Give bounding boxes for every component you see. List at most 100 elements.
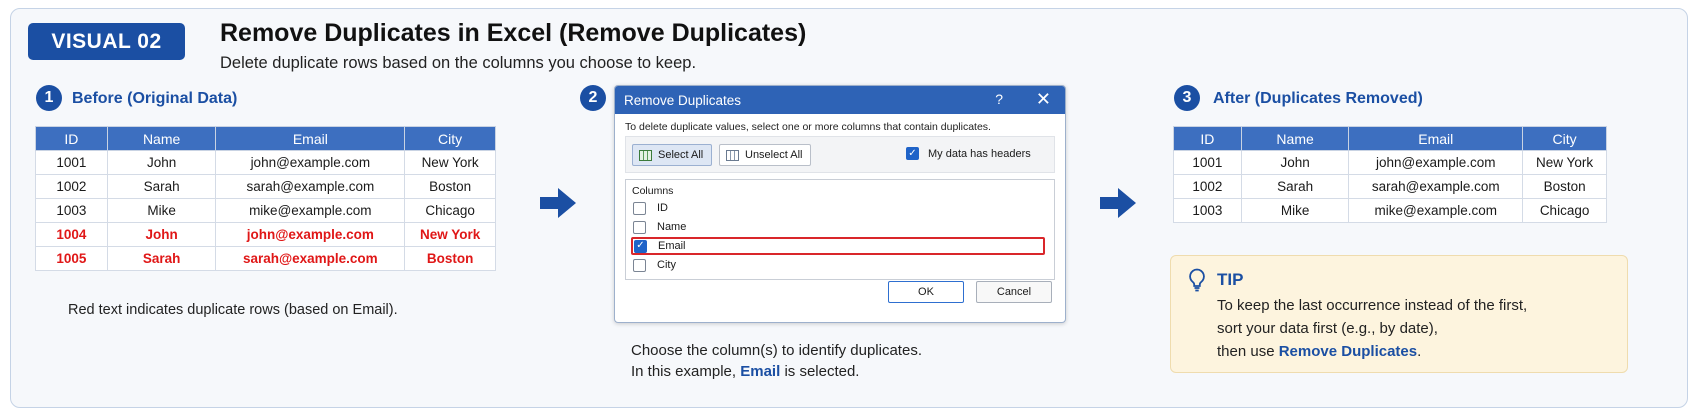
table-cell: sarah@example.com: [215, 174, 406, 199]
table-cell: sarah@example.com: [1348, 174, 1524, 199]
column-header: City: [1522, 126, 1607, 151]
column-header: ID: [1173, 126, 1242, 151]
caption-suffix: is selected.: [784, 363, 860, 380]
select-all-icon: [639, 149, 652, 161]
column-header: Name: [106, 126, 217, 151]
table-cell: 1004: [35, 222, 108, 247]
step2-number: 2: [580, 85, 606, 111]
cancel-button[interactable]: Cancel: [976, 281, 1052, 303]
step2-caption-line1: Choose the column(s) to identify duplica…: [631, 342, 922, 359]
dialog-titlebar: Remove Duplicates ? ✕: [615, 86, 1065, 114]
close-icon[interactable]: ✕: [1036, 89, 1051, 110]
column-header: Email: [1348, 126, 1524, 151]
checkbox-icon[interactable]: [633, 258, 646, 272]
table-cell: sarah@example.com: [215, 246, 406, 271]
table-cell: Sarah: [106, 174, 217, 199]
columns-label: Columns: [632, 185, 674, 197]
headers-checkbox-row[interactable]: ✓ My data has headers: [906, 147, 1031, 160]
select-all-button[interactable]: Select All: [632, 144, 713, 166]
table-cell: 1002: [1173, 174, 1242, 199]
checkbox-icon[interactable]: [633, 201, 646, 215]
table-cell: mike@example.com: [1348, 198, 1524, 223]
checkbox-icon[interactable]: ✓: [634, 239, 647, 253]
table-header-row: ID Name Email City: [35, 126, 496, 151]
table-cell: New York: [404, 150, 496, 175]
unselect-all-button[interactable]: Unselect All: [719, 144, 812, 166]
headers-label: My data has headers: [928, 147, 1031, 160]
table-cell: 1001: [35, 150, 108, 175]
table-row: 1002 Sarah sarah@example.com Boston: [35, 174, 496, 199]
tip-line-1: To keep the last occurrence instead of t…: [1217, 297, 1528, 314]
step1-title: Before (Original Data): [72, 90, 238, 107]
column-option-label: Email: [658, 240, 686, 252]
help-button[interactable]: ?: [995, 91, 1003, 107]
step3-title: After (Duplicates Removed): [1213, 90, 1423, 107]
column-option-city[interactable]: City: [631, 256, 1045, 274]
table-cell: Chicago: [404, 198, 496, 223]
column-option-label: Name: [657, 221, 687, 233]
column-option-id[interactable]: ID: [631, 199, 1045, 217]
select-all-label: Select All: [658, 149, 704, 161]
checkbox-icon[interactable]: [633, 220, 646, 234]
remove-duplicates-dialog: Remove Duplicates ? ✕ To delete duplicat…: [614, 85, 1066, 323]
table-cell: Sarah: [1240, 174, 1350, 199]
table-row: 1002 Sarah sarah@example.com Boston: [1173, 174, 1607, 199]
table-row: 1003 Mike mike@example.com Chicago: [1173, 198, 1607, 223]
column-header: City: [404, 126, 496, 151]
table-cell: John: [106, 222, 217, 247]
step3-number: 3: [1174, 85, 1200, 111]
arrow-right-icon: [540, 188, 576, 218]
column-header: Email: [215, 126, 406, 151]
column-header: ID: [35, 126, 108, 151]
table-row: 1001 John john@example.com New York: [35, 150, 496, 175]
after-table: ID Name Email City 1001 John john@example.com…: [1173, 126, 1607, 223]
lightbulb-icon: [1189, 268, 1205, 292]
table-row: 1001 John john@example.com New York: [1173, 150, 1607, 175]
tip-highlight: Remove Duplicates: [1278, 343, 1418, 360]
visual-badge: VISUAL 02: [28, 23, 185, 60]
before-table: ID Name Email City 1001 John john@example.com…: [35, 126, 496, 271]
table-cell: Mike: [106, 198, 217, 223]
tip-title: TIP: [1217, 270, 1244, 289]
page-subtitle: Delete duplicate rows based on the colum…: [220, 54, 697, 72]
table-cell: John: [106, 150, 217, 175]
table-cell: mike@example.com: [215, 198, 406, 223]
table-cell: Boston: [1522, 174, 1607, 199]
table-row: 1005 Sarah sarah@example.com Boston: [35, 246, 496, 271]
table-cell: 1003: [1173, 198, 1242, 223]
step2-caption-line2: In this example, Email is selected.: [631, 363, 859, 380]
table-cell: New York: [1522, 150, 1607, 175]
table-header-row: ID Name Email City: [1173, 126, 1607, 151]
column-option-label: ID: [657, 202, 668, 214]
tip-line3-prefix: then use: [1217, 343, 1275, 360]
caption-prefix: In this example,: [631, 363, 737, 380]
table-cell: 1003: [35, 198, 108, 223]
table-row: 1004 John john@example.com New York: [35, 222, 496, 247]
page-title: Remove Duplicates in Excel (Remove Dupli…: [220, 19, 807, 47]
column-option-name[interactable]: Name: [631, 218, 1045, 236]
unselect-all-label: Unselect All: [745, 149, 803, 161]
column-option-email[interactable]: ✓ Email: [631, 237, 1045, 255]
table-cell: john@example.com: [1348, 150, 1524, 175]
checkbox-icon[interactable]: ✓: [906, 147, 919, 160]
table-cell: john@example.com: [215, 150, 406, 175]
arrow-right-icon: [1100, 188, 1136, 218]
table-cell: Mike: [1240, 198, 1350, 223]
unselect-all-icon: [726, 149, 739, 161]
table-cell: Sarah: [106, 246, 217, 271]
table-cell: 1001: [1173, 150, 1242, 175]
table-cell: 1002: [35, 174, 108, 199]
table-row: 1003 Mike mike@example.com Chicago: [35, 198, 496, 223]
table-cell: Chicago: [1522, 198, 1607, 223]
table-cell: Boston: [404, 174, 496, 199]
table-cell: New York: [404, 222, 496, 247]
dialog-title: Remove Duplicates: [624, 92, 742, 108]
before-note: Red text indicates duplicate rows (based…: [68, 302, 398, 318]
ok-button[interactable]: OK: [888, 281, 964, 303]
dialog-description: To delete duplicate values, select one o…: [625, 121, 991, 133]
caption-highlight: Email: [740, 363, 781, 380]
table-cell: 1005: [35, 246, 108, 271]
columns-list: Columns ID Name ✓ Email City: [625, 179, 1055, 280]
dialog-toolbar: Select All Unselect All ✓ My data has he…: [625, 136, 1055, 173]
table-cell: John: [1240, 150, 1350, 175]
